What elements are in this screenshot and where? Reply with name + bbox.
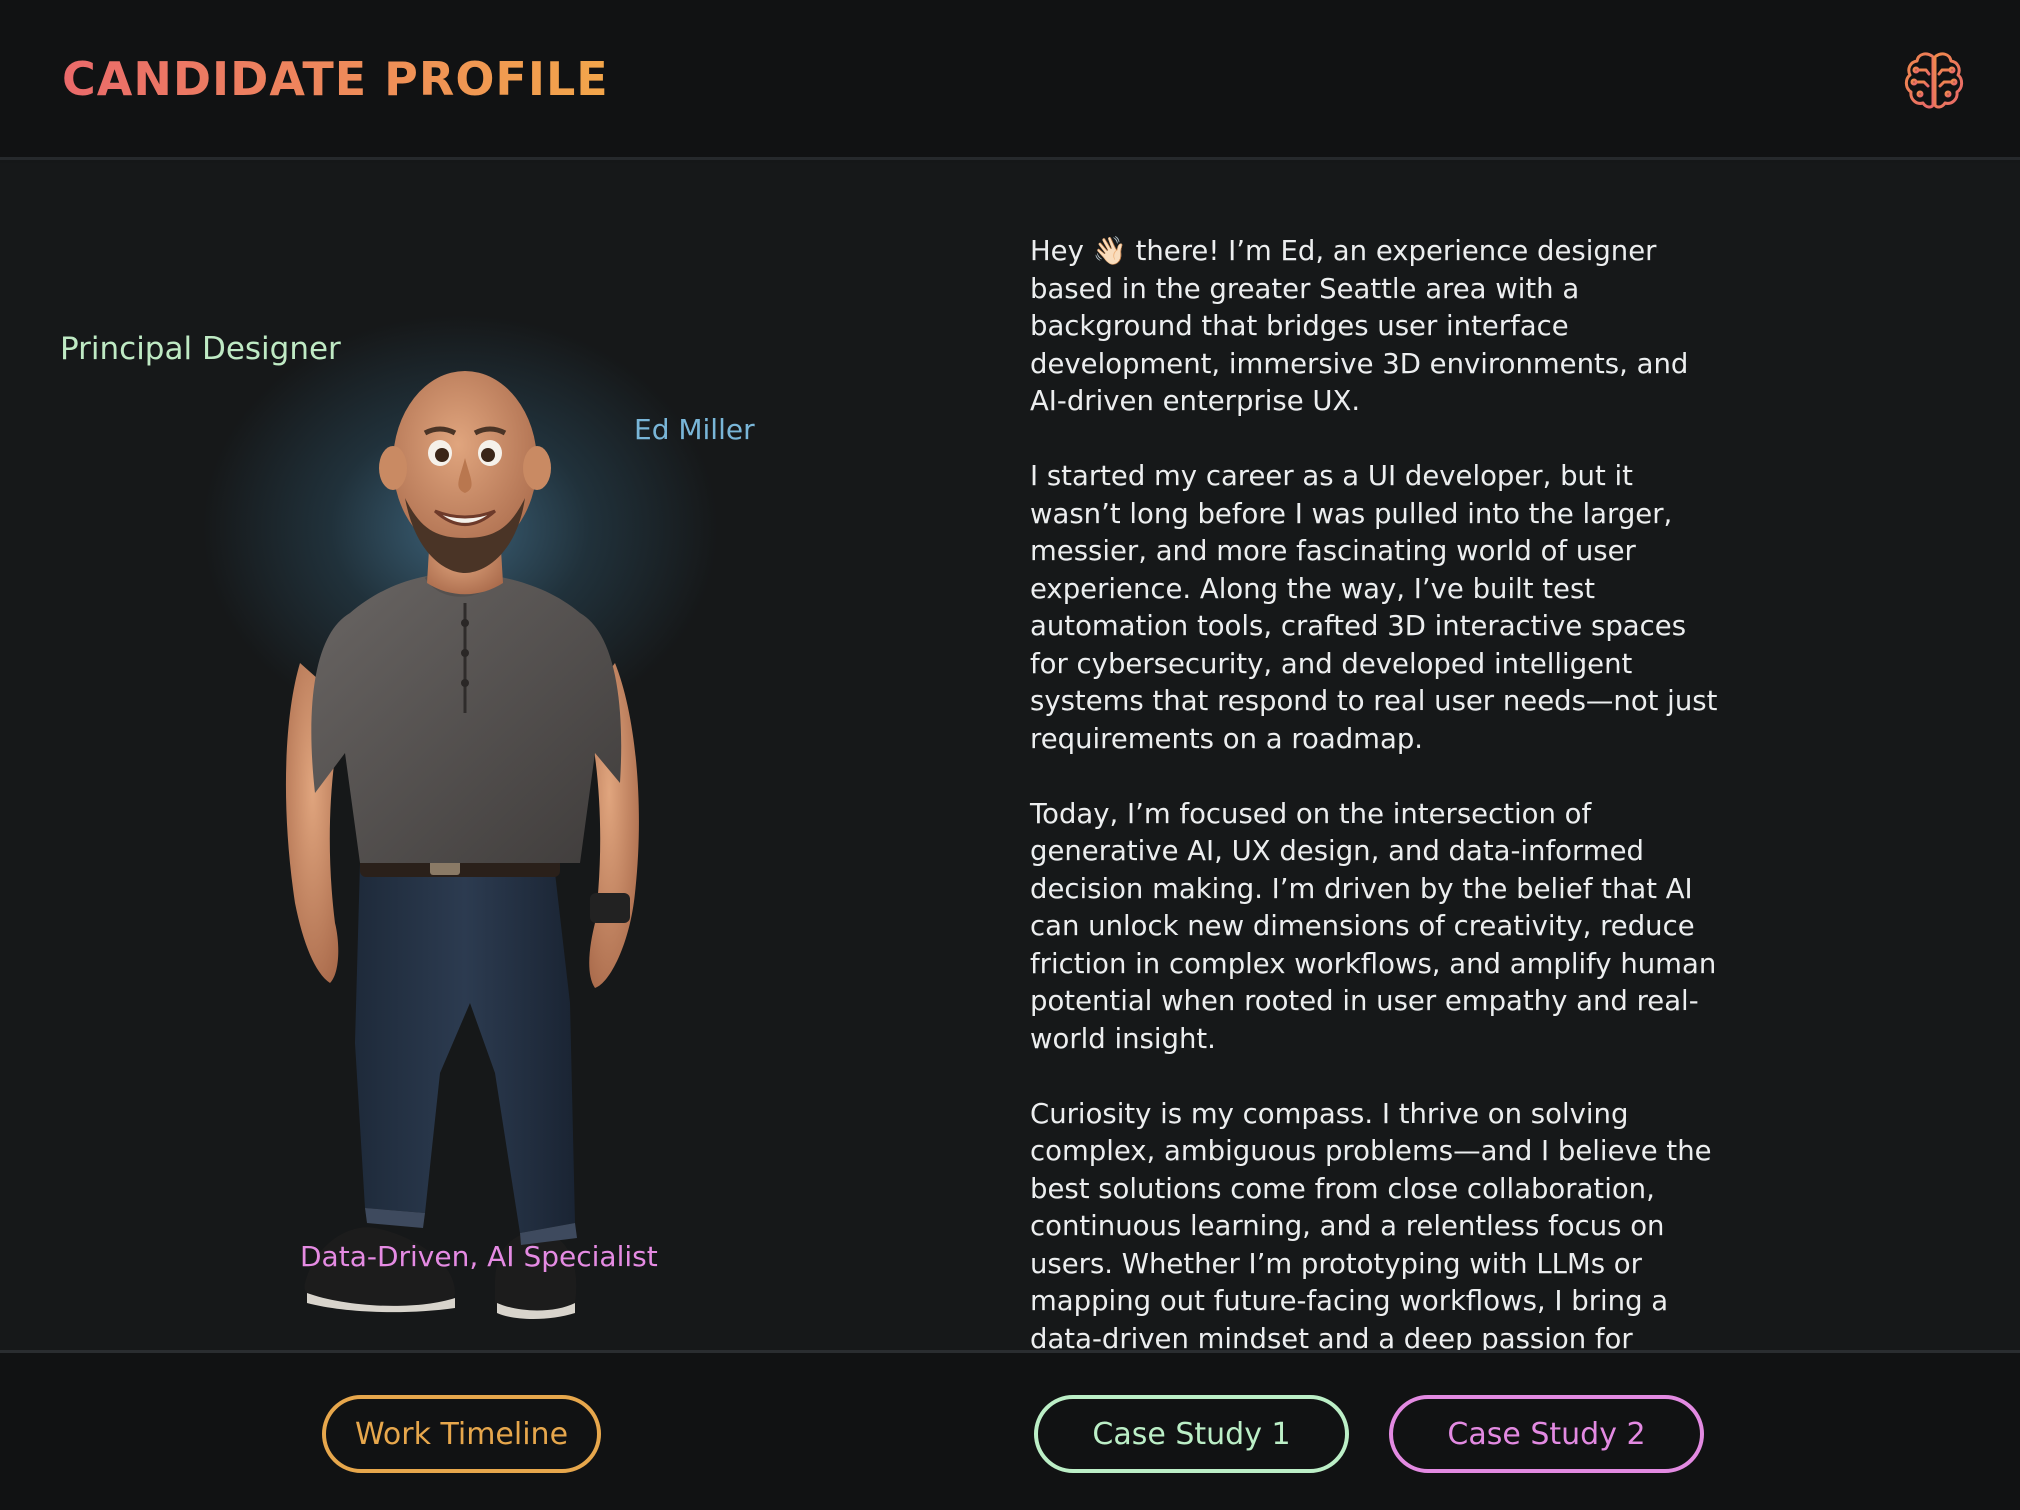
bio-paragraph: Hey 👋🏻 there! I’m Ed, an experience desi… <box>1030 235 1689 417</box>
page-title: CANDIDATE PROFILE <box>62 52 609 106</box>
name-label: Ed Miller <box>634 413 755 446</box>
case-study-2-button[interactable]: Case Study 2 <box>1389 1395 1704 1473</box>
footer-nav: Work Timeline Case Study 1 Case Study 2 <box>0 1350 2020 1510</box>
role-label: Principal Designer <box>60 331 341 367</box>
bio-paragraph: I started my career as a UI developer, b… <box>1030 460 1718 755</box>
brain-icon[interactable] <box>1902 48 1966 112</box>
profile-panel: Principal Designer Ed Miller Data-Driven… <box>0 163 1000 1350</box>
main-content: Principal Designer Ed Miller Data-Driven… <box>0 163 2020 1430</box>
header: CANDIDATE PROFILE <box>0 0 2020 160</box>
avatar-illustration <box>285 371 639 1319</box>
bio-paragraph: Today, I’m focused on the intersection o… <box>1030 797 1717 1055</box>
bio-text: Hey 👋🏻 there! I’m Ed, an experience desi… <box>1030 233 1730 1471</box>
work-timeline-button[interactable]: Work Timeline <box>322 1395 601 1473</box>
specialty-label: Data-Driven, AI Specialist <box>300 1240 658 1273</box>
case-study-1-button[interactable]: Case Study 1 <box>1034 1395 1349 1473</box>
